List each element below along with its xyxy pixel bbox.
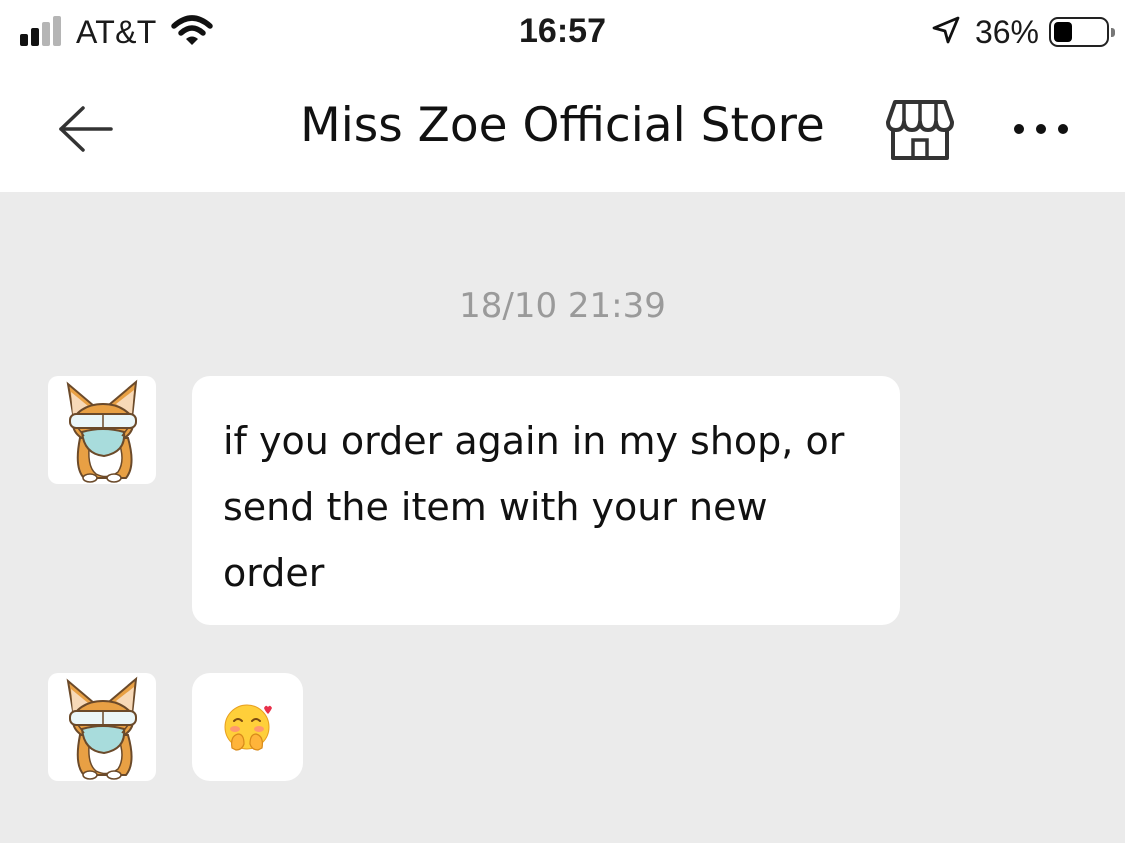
blushing-hands-emoji — [224, 704, 272, 751]
battery-icon — [1049, 17, 1115, 47]
emoji-message-bubble[interactable] — [192, 673, 303, 781]
message-timestamp: 18/10 21:39 — [459, 286, 666, 326]
status-right: 36% — [931, 12, 1115, 52]
back-button[interactable] — [50, 94, 120, 164]
corgi-avatar-image — [48, 673, 156, 781]
chat-header: Miss Zoe Official Store — [0, 64, 1125, 192]
store-button[interactable] — [880, 92, 960, 168]
storefront-icon — [886, 100, 954, 160]
location-arrow-icon — [931, 15, 961, 49]
arrow-left-icon — [59, 106, 113, 152]
message-line: order — [223, 551, 325, 595]
more-options-button[interactable] — [1006, 104, 1076, 154]
battery-level — [1054, 22, 1072, 42]
message-line: send the item with your new — [223, 485, 768, 529]
corgi-avatar[interactable] — [48, 376, 156, 484]
more-horizontal-icon — [1014, 124, 1068, 134]
corgi-avatar[interactable] — [48, 673, 156, 781]
message-bubble[interactable]: if you order again in my shop, or send t… — [192, 376, 900, 625]
page-title: Miss Zoe Official Store — [300, 98, 825, 153]
battery-percentage: 36% — [974, 13, 1039, 50]
message-line: if you order again in my shop, or — [223, 419, 845, 463]
chat-thread[interactable]: 18/10 21:39 if you order again in my sho… — [0, 192, 1125, 843]
corgi-avatar-image — [48, 376, 156, 484]
status-bar: AT&T 16:57 36% — [0, 0, 1125, 64]
